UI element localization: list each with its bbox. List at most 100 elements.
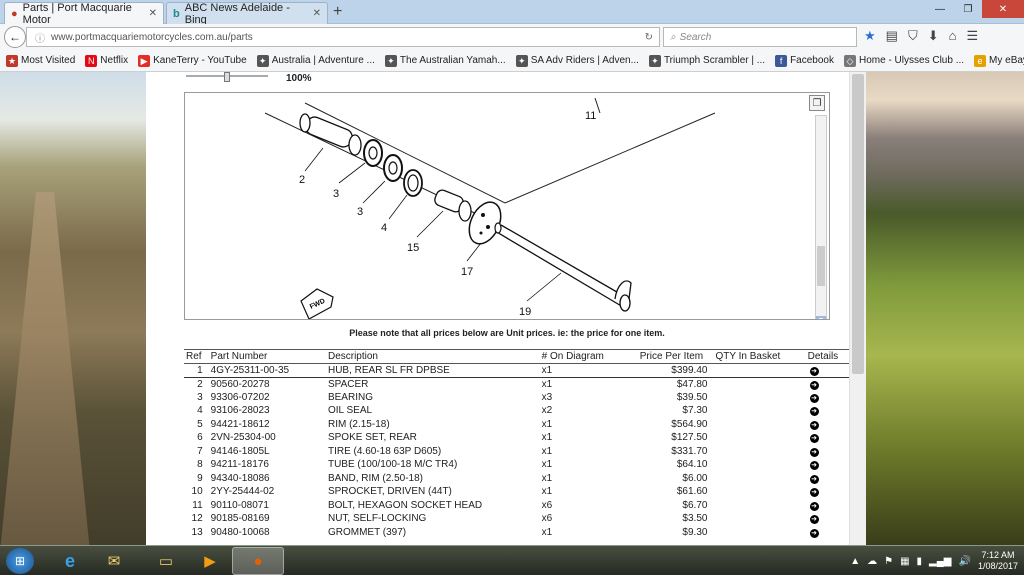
ref-cell: 4 — [197, 405, 203, 417]
diagram-scroll-thumb[interactable] — [817, 246, 825, 286]
on-diagram-cell: x3 — [541, 391, 553, 403]
scroll-down-icon[interactable]: ▼ — [816, 316, 826, 319]
table-row: 11 90110-08071 BOLT, HEXAGON SOCKET HEAD x6… — [184, 499, 858, 513]
tab-parts[interactable]: ● Parts | Port Macquarie Motor ✕ — [4, 2, 164, 26]
info-icon[interactable]: ⓘ — [35, 30, 45, 45]
site-icon: ◇ — [844, 54, 856, 67]
on-diagram-cell: x2 — [541, 405, 553, 417]
zoom-controls: 100% — [186, 72, 786, 90]
network-icon[interactable]: ▦ — [900, 556, 909, 567]
part-number-cell: 93106-28023 — [210, 405, 270, 417]
details-arrow-icon[interactable]: ➜ — [809, 420, 819, 430]
parts-diagram[interactable]: ❐ ▼ — [184, 92, 830, 320]
details-arrow-icon[interactable]: ➜ — [809, 447, 819, 457]
pocket-icon[interactable]: ⛉ — [908, 28, 918, 44]
page-scroll-thumb[interactable] — [852, 74, 864, 374]
tab-abc-news[interactable]: b ABC News Adelaide - Bing ✕ — [166, 2, 328, 26]
bookmark-most-visited[interactable]: ★ Most Visited — [6, 54, 75, 67]
bookmark-australian-yamaha[interactable]: ✦ The Australian Yamah... — [384, 54, 506, 67]
wallpaper-road — [0, 192, 90, 552]
close-tab-icon[interactable]: ✕ — [149, 8, 157, 19]
bookmark-label: My eBay Summary — [989, 55, 1024, 66]
details-arrow-icon[interactable]: ➜ — [809, 474, 819, 484]
bearing-part — [383, 154, 403, 182]
url-bar[interactable]: ⓘ www.portmacquariemotorcycles.com.au/pa… — [26, 27, 660, 47]
ref-cell: 11 — [192, 499, 203, 511]
bookmark-sa-adv-riders[interactable]: ✦ SA Adv Riders | Adven... — [515, 54, 639, 67]
part-label-3: 3 — [333, 188, 339, 200]
bookmark-triumph-scrambler[interactable]: ✦ Triumph Scrambler | ... — [648, 54, 765, 67]
reload-icon[interactable]: ↻ — [645, 32, 653, 43]
menu-icon[interactable]: ☰ — [966, 28, 978, 44]
details-arrow-icon[interactable]: ➜ — [809, 434, 819, 444]
volume-icon[interactable]: 🔊 — [959, 556, 971, 567]
search-icon: ⌕ — [670, 31, 676, 43]
price-cell: $39.50 — [676, 391, 708, 403]
search-input[interactable]: ⌕ Search — [663, 27, 857, 47]
table-row: 8 94211-18176 TUBE (100/100-18 M/C TR4) x1 $… — [184, 458, 858, 472]
part-number-cell: 90110-08071 — [210, 499, 269, 511]
flag-icon[interactable]: ⚑ — [884, 556, 893, 567]
url-text: www.portmacquariemotorcycles.com.au/part… — [51, 31, 253, 43]
outlook-icon[interactable]: ✉ — [88, 547, 140, 575]
leader-line — [304, 147, 324, 172]
on-diagram-cell: x1 — [539, 363, 632, 378]
oil-seal-part — [403, 169, 423, 197]
bookmark-facebook[interactable]: f Facebook — [775, 54, 834, 67]
back-icon[interactable]: ← — [4, 26, 26, 48]
bookmark-netflix[interactable]: N Netflix — [85, 54, 129, 67]
bookmark-australia-adventure[interactable]: ✦ Australia | Adventure ... — [256, 54, 375, 67]
minimize-icon[interactable]: — — [926, 0, 954, 18]
show-hidden-icons[interactable]: ▲ — [850, 556, 860, 567]
details-arrow-icon[interactable]: ➜ — [809, 515, 819, 525]
bearing-part — [363, 139, 383, 167]
zoom-slider[interactable] — [186, 72, 268, 82]
on-diagram-cell: x1 — [541, 459, 553, 471]
zoom-slider-handle[interactable] — [224, 72, 230, 82]
description-cell: TUBE (100/100-18 M/C TR4) — [327, 459, 458, 471]
signal-icon[interactable]: ▂▄▆ — [929, 556, 951, 567]
reading-list-icon[interactable]: ▤ — [886, 28, 898, 44]
bookmark-ulysses-club[interactable]: ◇ Home - Ulysses Club ... — [844, 54, 964, 67]
bookmark-youtube[interactable]: ▶ KaneTerry - YouTube — [138, 54, 247, 67]
details-arrow-icon[interactable]: ➜ — [809, 393, 819, 403]
bookmark-star-icon[interactable]: ★ — [864, 28, 876, 44]
new-tab-icon[interactable]: + — [333, 3, 342, 21]
media-player-icon[interactable]: ▶ — [184, 547, 236, 575]
bookmark-ebay[interactable]: eMy eBay Summary — [974, 54, 1024, 67]
price-cell: $331.70 — [671, 445, 708, 457]
maximize-icon[interactable]: ❐ — [954, 0, 982, 18]
details-arrow-icon[interactable]: ➜ — [809, 407, 819, 417]
details-arrow-icon[interactable]: ➜ — [809, 380, 819, 390]
table-row: 2 90560-20278 SPACER x1 $47.80 ➜ — [184, 377, 858, 391]
details-arrow-icon[interactable]: ➜ — [809, 501, 819, 511]
part-number-cell: 90185-08169 — [210, 513, 270, 525]
firefox-taskbar-icon[interactable]: ● — [232, 547, 284, 575]
description-cell: TIRE (4.60-18 63P D605) — [327, 445, 442, 457]
close-tab-icon[interactable]: ✕ — [313, 8, 321, 19]
page-scrollbar[interactable] — [849, 72, 866, 545]
details-arrow-icon[interactable]: ➜ — [809, 488, 819, 498]
ebay-icon: e — [974, 54, 987, 67]
battery-icon[interactable]: ▮ — [917, 556, 923, 567]
table-row: 6 2VN-25304-00 SPOKE SET, REAR x1 $127.50 ➜ — [184, 431, 858, 445]
leader-line — [388, 194, 408, 220]
clock[interactable]: 7:12 AM 1/08/2017 — [978, 550, 1018, 572]
home-icon[interactable]: ⌂ — [949, 28, 957, 44]
details-arrow-icon[interactable]: ➜ — [809, 366, 819, 376]
bookmark-label: Netflix — [100, 55, 129, 66]
ref-cell: 5 — [197, 418, 203, 430]
details-arrow-icon[interactable]: ➜ — [809, 528, 819, 538]
part-label-2: 2 — [299, 174, 305, 186]
diagram-scrollbar[interactable]: ▼ — [815, 115, 827, 319]
description-cell: SPROCKET, DRIVEN (44T) — [327, 486, 452, 498]
leader-line — [526, 272, 562, 302]
details-arrow-icon[interactable]: ➜ — [809, 461, 819, 471]
table-header-row: Ref Part Number Description # On Diagram… — [184, 349, 858, 364]
ref-cell: 10 — [191, 486, 203, 498]
close-window-icon[interactable]: ✕ — [982, 0, 1024, 18]
download-icon[interactable]: ⬇ — [928, 28, 939, 44]
start-button-icon[interactable]: ⊞ — [6, 548, 34, 574]
description-cell: SPACER — [327, 378, 369, 390]
cloud-icon[interactable]: ☁ — [867, 556, 877, 567]
